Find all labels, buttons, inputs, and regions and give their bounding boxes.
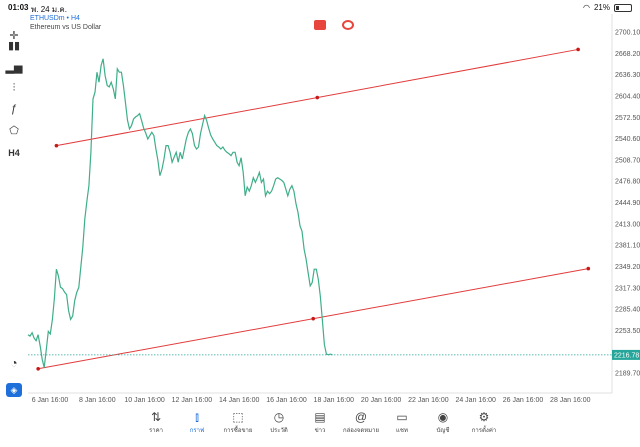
chat-icon: ▭: [396, 410, 408, 424]
time-tick-label: 6 Jan 16:00: [32, 397, 69, 404]
chart-icon: ⫾: [195, 410, 199, 424]
nav-account[interactable]: ◉ บัญชี: [423, 409, 463, 435]
price-tick-label: 2317.30: [615, 285, 640, 292]
price-tick-label: 2253.50: [615, 328, 640, 335]
nav-label: การตั้งค่า: [471, 428, 497, 434]
time-axis: 6 Jan 16:00 8 Jan 16:00 10 Jan 16:00 12 Jan…: [32, 397, 591, 404]
nav-label: ราคา: [149, 428, 163, 434]
time-tick-label: 20 Jan 16:00: [361, 397, 402, 404]
price-line: [27, 58, 333, 368]
history-icon: ◷: [273, 410, 285, 424]
price-axis: 2700.10 2668.20 2636.30 2604.40 2572.50 2540.…: [615, 30, 640, 378]
time-tick-label: 28 Jan 16:00: [550, 397, 591, 404]
nav-chat[interactable]: ▭ แชท: [382, 409, 422, 435]
nav-label: การซื้อขาย: [223, 428, 253, 434]
price-chart[interactable]: 2700.10 2668.20 2636.30 2604.40 2572.50 2540.…: [0, 0, 640, 447]
price-tick-label: 2444.90: [615, 200, 640, 207]
time-tick-label: 12 Jan 16:00: [172, 397, 213, 404]
nav-chart[interactable]: ⫾ กราฟ: [177, 409, 217, 435]
price-tick-label: 2381.10: [615, 243, 640, 250]
price-tick-label: 2189.70: [615, 371, 640, 378]
price-tick-label: 2636.30: [615, 72, 640, 79]
mailbox-icon: @: [354, 410, 368, 424]
price-tick-label: 2349.20: [615, 264, 640, 271]
price-tick-label: 2285.40: [615, 307, 640, 314]
price-tick-label: 2668.20: [615, 51, 640, 58]
nav-label: แชท: [396, 428, 408, 434]
nav-history[interactable]: ◷ ประวัติ: [259, 409, 299, 435]
news-icon: ▤: [314, 410, 326, 424]
quotes-icon: ⇅: [150, 410, 162, 424]
nav-label: กล่องจดหมาย: [342, 428, 380, 434]
settings-icon: ⚙: [478, 410, 490, 424]
trendline-anchor[interactable]: [315, 95, 320, 100]
time-tick-label: 14 Jan 16:00: [219, 397, 260, 404]
nav-trade[interactable]: ⬚ การซื้อขาย: [218, 409, 258, 435]
trendline-anchor[interactable]: [36, 366, 40, 371]
account-icon: ◉: [437, 410, 449, 424]
trendline-anchor[interactable]: [54, 143, 59, 148]
time-tick-label: 26 Jan 16:00: [503, 397, 544, 404]
price-tick-label: 2413.00: [615, 221, 640, 228]
time-tick-label: 24 Jan 16:00: [455, 397, 496, 404]
time-tick-label: 22 Jan 16:00: [408, 397, 449, 404]
price-tick-label: 2700.10: [615, 30, 640, 37]
nav-quotes[interactable]: ⇅ ราคา: [136, 409, 176, 435]
current-price-marker: 2216.78: [28, 349, 640, 360]
nav-mailbox[interactable]: @ กล่องจดหมาย: [341, 409, 381, 435]
nav-news[interactable]: ▤ ข่าว: [300, 409, 340, 435]
price-series: [27, 58, 333, 368]
price-tick-label: 2508.70: [615, 157, 640, 164]
time-tick-label: 10 Jan 16:00: [124, 397, 165, 404]
price-tick-label: 2604.40: [615, 93, 640, 100]
nav-label: บัญชี: [436, 428, 450, 434]
trendline-anchor[interactable]: [586, 266, 591, 271]
trendline-anchor[interactable]: [311, 316, 316, 321]
trendline-anchor[interactable]: [576, 47, 580, 52]
bottom-navigation: ⇅ ราคา ⫾ กราฟ ⬚ การซื้อขาย ◷ ประวัติ ▤ ข่าว @ กล่อง…: [0, 405, 640, 447]
price-tick-label: 2572.50: [615, 115, 640, 122]
price-tick-label: 2540.60: [615, 136, 640, 143]
trendlines[interactable]: [36, 47, 591, 371]
time-tick-label: 18 Jan 16:00: [314, 397, 355, 404]
nav-label: ประวัติ: [270, 428, 288, 434]
nav-label: ข่าว: [314, 428, 326, 434]
nav-label: กราฟ: [189, 428, 205, 434]
time-tick-label: 8 Jan 16:00: [79, 397, 116, 404]
nav-settings[interactable]: ⚙ การตั้งค่า: [464, 409, 504, 435]
time-tick-label: 16 Jan 16:00: [266, 397, 307, 404]
trade-icon: ⬚: [232, 410, 244, 424]
price-tick-label: 2476.80: [615, 179, 640, 186]
current-price-label: 2216.78: [614, 352, 639, 359]
